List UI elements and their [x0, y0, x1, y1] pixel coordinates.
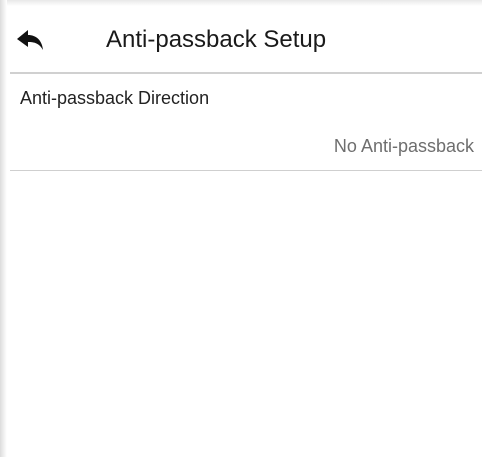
back-button[interactable]	[10, 20, 50, 60]
back-arrow-icon	[17, 30, 43, 50]
page-title: Anti-passback Setup	[106, 26, 327, 53]
setting-label: Anti-passback Direction	[20, 88, 210, 108]
setting-row-anti-passback-direction[interactable]: Anti-passback Direction No Anti-passback	[10, 76, 482, 171]
anti-passback-setup-screen: Anti-passback Setup Anti-passback Direct…	[0, 0, 482, 457]
setting-value: No Anti-passback	[333, 136, 474, 156]
device-frame-left	[0, 0, 7, 457]
title-bar: Anti-passback Setup	[10, 18, 482, 74]
device-frame-top	[0, 0, 482, 6]
